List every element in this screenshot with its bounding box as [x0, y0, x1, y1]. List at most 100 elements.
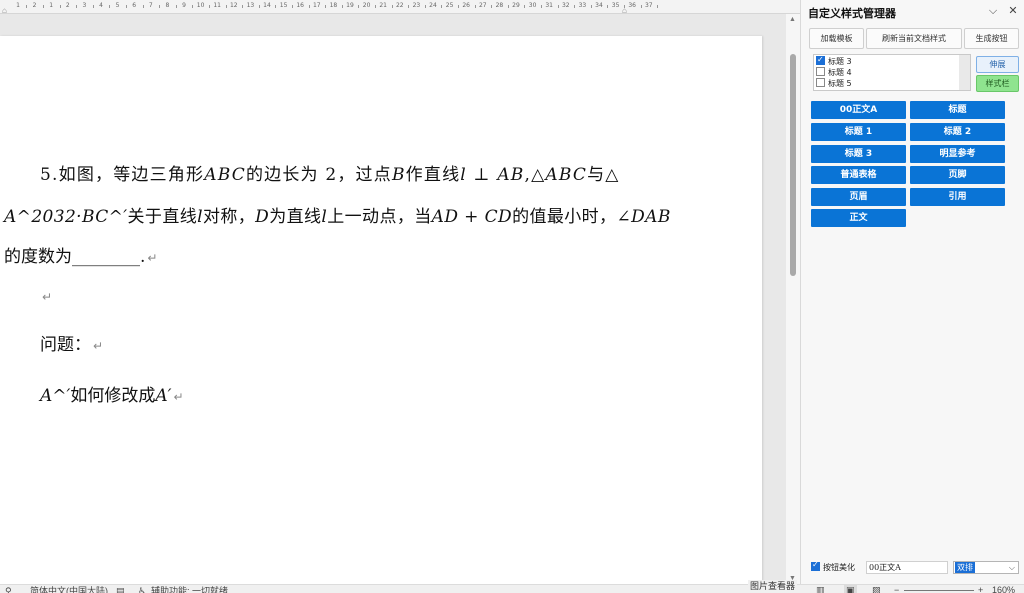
style-button-header[interactable]: 页眉 [811, 188, 906, 206]
style-checklist-item[interactable]: 标题 3 [816, 54, 852, 67]
left-indent-marker-icon[interactable]: ⌂ [2, 7, 9, 14]
style-button-normal-table[interactable]: 普通表格 [811, 166, 906, 184]
style-button-quote[interactable]: 引用 [910, 188, 1005, 206]
ruler-tick [408, 5, 410, 8]
stylebar-button[interactable]: 样式栏 [976, 75, 1019, 92]
scroll-up-icon[interactable]: ▲ [789, 16, 796, 23]
checklist-scrollbar[interactable] [959, 55, 970, 90]
ruler-label: 8 [165, 2, 170, 9]
ruler-label: 20 [362, 2, 371, 9]
style-button-heading-1[interactable]: 标题 1 [811, 123, 906, 141]
ruler-tick [192, 5, 194, 8]
style-checklist-item[interactable]: 标题 5 [816, 78, 852, 89]
chevron-down-icon[interactable]: ⌵ [1009, 562, 1015, 573]
text-run: 作直线 [405, 165, 461, 185]
style-checklist-label: 标题 5 [828, 79, 852, 88]
print-layout-icon[interactable]: ▣ [844, 584, 857, 593]
ruler-tick [275, 5, 277, 8]
ruler-label: 35 [611, 2, 620, 9]
text-run: 的边长为 2，过点 [245, 165, 392, 185]
ruler-tick [242, 5, 244, 8]
ruler-tick [208, 5, 210, 8]
document-page[interactable]: 5.如图，等边三角形ABC的边长为 2，过点B作直线l ⊥ AB,△ABC与△ … [0, 36, 762, 584]
style-checklist-label: 标题 4 [828, 68, 852, 77]
ruler-label: 18 [329, 2, 338, 9]
text-run: 的度数为________. [4, 247, 146, 267]
style-button-heading-2[interactable]: 标题 2 [910, 123, 1005, 141]
document-area: 1 2 1 2 3 4 5 6 7 8 9 10 11 12 13 14 15 16 17 18 19 20 21 22 23 2… [0, 0, 800, 584]
ruler-tick [424, 5, 426, 8]
ruler-label: 3 [82, 2, 87, 9]
zoom-level[interactable]: 160% [992, 584, 1015, 593]
checkbox-checked-icon[interactable] [816, 54, 825, 65]
layout-dropdown-value: 双排 [955, 562, 975, 573]
text-run: 对称， [202, 207, 256, 227]
style-button-heading[interactable]: 标题 [910, 101, 1005, 119]
accessibility-icon: ♿ [138, 586, 147, 593]
style-checklist-item[interactable]: 标题 4 [816, 67, 852, 78]
beautify-checkbox[interactable]: 按钮美化 [811, 560, 855, 573]
layout-dropdown[interactable]: 双排 ⌵ [953, 561, 1019, 574]
zoom-in-icon[interactable]: + [978, 584, 983, 593]
ruler-tick [159, 5, 161, 8]
ruler-label: 7 [148, 2, 153, 9]
zoom-slider[interactable] [904, 590, 974, 591]
ruler-label: 24 [429, 2, 437, 9]
style-button-footer[interactable]: 页脚 [910, 166, 1005, 184]
style-button-00-body-a[interactable]: 00正文A [811, 101, 906, 119]
ruler-tick [76, 5, 78, 8]
ruler-label: 6 [132, 2, 137, 9]
close-icon[interactable]: ✕ [1006, 4, 1020, 18]
ruler-label: 28 [495, 2, 504, 9]
ruler-label: 23 [412, 2, 421, 9]
ruler-label: 27 [478, 2, 487, 9]
checkbox-checked-icon[interactable] [811, 560, 820, 571]
beautify-style-field[interactable]: 00正文A [866, 561, 948, 574]
horizontal-ruler[interactable]: 1 2 1 2 3 4 5 6 7 8 9 10 11 12 13 14 15 16 17 18 19 20 21 22 23 2… [0, 0, 800, 14]
style-button-heading-3[interactable]: 标题 3 [811, 145, 906, 163]
math-run: A^′ [40, 386, 71, 406]
web-layout-icon[interactable]: ▨ [872, 584, 881, 593]
ruler-tick [26, 5, 28, 8]
ruler-tick [258, 5, 260, 8]
scrollbar-thumb[interactable] [790, 54, 796, 276]
read-mode-icon[interactable]: ▥ [816, 584, 825, 593]
accessibility-status[interactable]: 辅助功能: 一切就绪 [151, 585, 228, 593]
load-template-button[interactable]: 加载模板 [809, 28, 864, 49]
chevron-down-icon[interactable]: ⌵ [986, 4, 1000, 18]
text-run: 的值最小时， [512, 207, 617, 227]
ruler-tick [358, 5, 360, 8]
vertical-scrollbar[interactable]: ▲ ▼ [786, 14, 800, 584]
math-run: ABC [204, 165, 246, 185]
zoom-out-icon[interactable]: − [894, 584, 899, 593]
ruler-label: 11 [213, 2, 222, 9]
paragraph-mark-icon: ↵ [173, 390, 184, 404]
ruler-label: 21 [379, 2, 388, 9]
status-bar-view-controls: ▥ ▣ ▨ − + 160% [812, 584, 1024, 593]
generate-buttons-button[interactable]: 生成按钮 [964, 28, 1019, 49]
right-indent-marker-icon[interactable]: ⌂ [622, 7, 629, 14]
language-status[interactable]: 简体中文(中国大陆) [30, 585, 108, 593]
ruler-label: 16 [296, 2, 305, 9]
expand-button[interactable]: 伸展 [976, 56, 1019, 73]
math-run: D [255, 207, 270, 227]
image-viewer-label[interactable]: 图片查看器 [748, 580, 798, 592]
checkbox-icon[interactable] [816, 67, 825, 76]
ruler-tick [42, 5, 44, 8]
checkbox-icon[interactable] [816, 78, 825, 87]
panel-title: 自定义样式管理器 [808, 7, 896, 20]
doc-line-empty: ↵ [40, 286, 52, 306]
ruler-label: 9 [182, 2, 186, 9]
refresh-styles-button[interactable]: 刷新当前文档样式 [866, 28, 962, 49]
ruler-tick [391, 5, 393, 8]
doc-line-question-label: 问题： ↵ [40, 330, 103, 355]
style-button-intense-reference[interactable]: 明显参考 [910, 145, 1005, 163]
doc-line-question: A^′如何修改成A′ ↵ [40, 381, 184, 406]
ruler-label: 37 [644, 2, 653, 9]
ruler-label: 13 [246, 2, 255, 9]
style-button-body[interactable]: 正文 [811, 209, 906, 227]
style-checklist[interactable]: 标题 3 标题 4 标题 5 [813, 54, 971, 91]
ruler-tick [109, 5, 111, 8]
ruler-label: 34 [595, 2, 603, 9]
ruler-label: 30 [528, 2, 537, 9]
